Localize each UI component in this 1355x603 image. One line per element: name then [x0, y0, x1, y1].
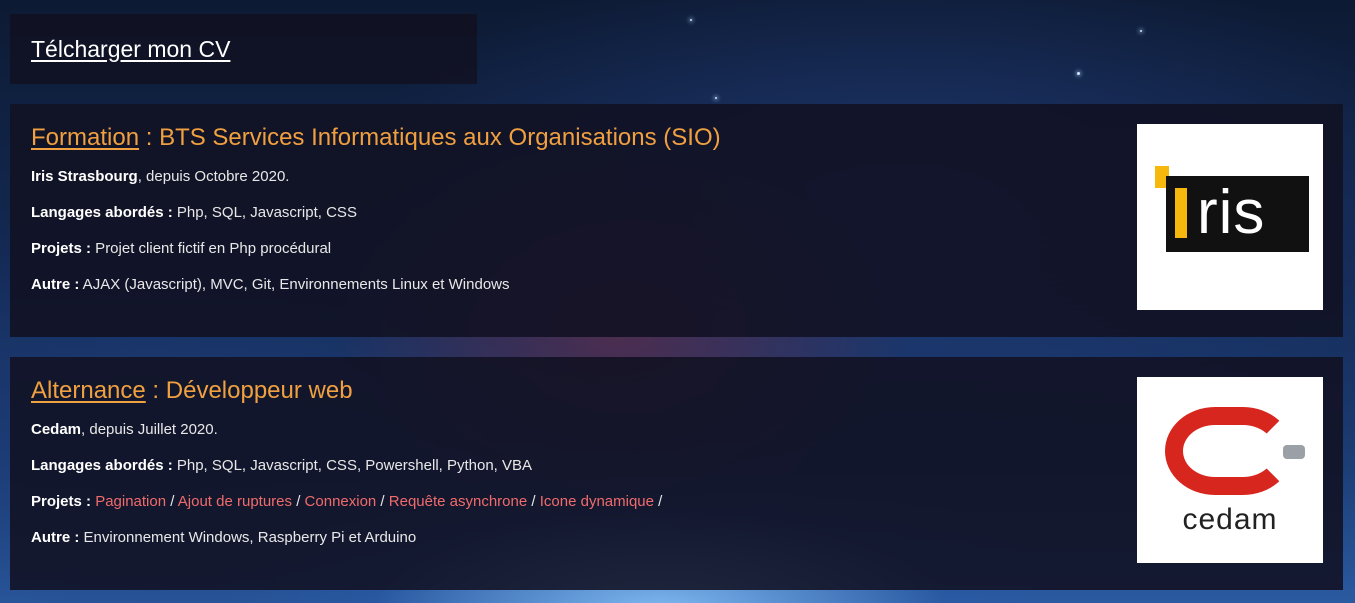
page: { "cv": { "label": "Télcharger mon CV" }…: [0, 0, 1355, 603]
other-line: Autre : AJAX (Javascript), MVC, Git, Env…: [31, 275, 1111, 311]
project-separator: /: [376, 493, 389, 510]
other-value: AJAX (Javascript), MVC, Git, Environneme…: [79, 276, 510, 293]
cedam-logo-text: cedam: [1182, 503, 1278, 536]
cedam-logo-dot: [1283, 445, 1305, 459]
cedam-logo-mark: [1165, 407, 1293, 495]
project-link-icone[interactable]: Icone dynamique: [540, 493, 654, 510]
card-title: Alternance : Développeur web: [31, 375, 1111, 407]
projects-line: Projets : Pagination / Ajout de ruptures…: [31, 492, 1111, 528]
alternance-card-body: Alternance : Développeur web Cedam, depu…: [31, 375, 1111, 564]
formation-card: Formation : BTS Services Informatiques a…: [10, 104, 1343, 337]
projects-value: Projet client fictif en Php procédural: [91, 240, 332, 257]
languages-line: Langages abordés : Php, SQL, Javascript,…: [31, 456, 1111, 492]
alternance-link[interactable]: Alternance: [31, 377, 146, 404]
project-link-ruptures[interactable]: Ajout de ruptures: [178, 493, 292, 510]
projects-label: Projets :: [31, 493, 92, 510]
title-separator: :: [145, 377, 166, 404]
org-name: Iris Strasbourg: [31, 168, 138, 185]
iris-logo: ris: [1137, 124, 1323, 310]
card-title: Formation : BTS Services Informatiques a…: [31, 122, 1111, 154]
project-link-connexion[interactable]: Connexion: [305, 493, 377, 510]
formation-card-body: Formation : BTS Services Informatiques a…: [31, 122, 1111, 311]
project-separator: /: [653, 493, 663, 510]
iris-logo-bar: [1175, 188, 1187, 238]
cedam-logo: cedam: [1137, 377, 1323, 563]
languages-label: Langages abordés :: [31, 457, 173, 474]
org-name: Cedam: [31, 421, 82, 438]
org-since: , depuis Octobre 2020.: [137, 168, 290, 185]
languages-line: Langages abordés : Php, SQL, Javascript,…: [31, 203, 1111, 239]
other-label: Autre :: [31, 276, 80, 293]
formation-link[interactable]: Formation: [31, 124, 139, 151]
org-line: Iris Strasbourg, depuis Octobre 2020.: [31, 167, 1111, 203]
title-separator: :: [139, 124, 160, 151]
other-label: Autre :: [31, 529, 80, 546]
star-decoration: [1077, 72, 1080, 75]
project-link-async[interactable]: Requête asynchrone: [389, 493, 527, 510]
iris-logo-text: ris: [1197, 178, 1266, 247]
other-value: Environnement Windows, Raspberry Pi et A…: [79, 529, 417, 546]
project-link-pagination[interactable]: Pagination: [95, 493, 166, 510]
languages-value: Php, SQL, Javascript, CSS: [172, 204, 357, 221]
projects-label: Projets :: [31, 240, 92, 257]
projects-line: Projets : Projet client fictif en Php pr…: [31, 239, 1111, 275]
project-separator: /: [527, 493, 540, 510]
project-separator: /: [166, 493, 178, 510]
star-decoration: [715, 97, 717, 99]
alternance-title: Développeur web: [165, 377, 353, 404]
project-separator: /: [292, 493, 305, 510]
cv-download-link[interactable]: Télcharger mon CV: [31, 36, 230, 63]
cv-download-panel: Télcharger mon CV: [10, 14, 477, 84]
formation-title: BTS Services Informatiques aux Organisat…: [159, 124, 721, 151]
org-since: , depuis Juillet 2020.: [81, 421, 218, 438]
star-decoration: [1140, 30, 1142, 32]
languages-label: Langages abordés :: [31, 204, 173, 221]
alternance-card: Alternance : Développeur web Cedam, depu…: [10, 357, 1343, 590]
languages-value: Php, SQL, Javascript, CSS, Powershell, P…: [172, 457, 533, 474]
org-line: Cedam, depuis Juillet 2020.: [31, 420, 1111, 456]
other-line: Autre : Environnement Windows, Raspberry…: [31, 528, 1111, 564]
star-decoration: [690, 19, 692, 21]
